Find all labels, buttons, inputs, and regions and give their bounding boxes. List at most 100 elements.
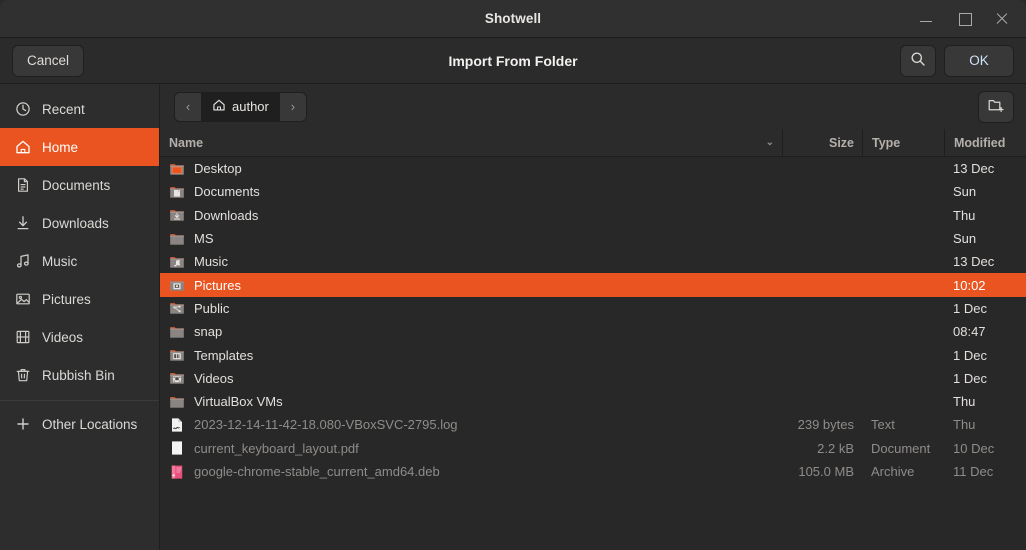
sidebar-item-videos[interactable]: Videos (0, 318, 159, 356)
path-forward-button[interactable]: › (280, 93, 306, 121)
sidebar-item-label: Documents (42, 177, 111, 193)
new-folder-icon (987, 96, 1005, 117)
table-row[interactable]: Documents Sun (160, 180, 1026, 203)
file-name-cell: Videos (160, 370, 782, 386)
file-name-cell: Downloads (160, 207, 782, 223)
file-modified: 11 Dec (953, 464, 994, 479)
file-modified: Sun (953, 184, 977, 200)
table-row[interactable]: current_keyboard_layout.pdf 2.2 kB Documen… (160, 437, 1026, 460)
file-name: MS (194, 231, 214, 247)
folder-icon (169, 324, 185, 340)
folder-templates-icon (169, 347, 185, 363)
sidebar-divider (0, 400, 159, 401)
sidebar-item-label: Downloads (42, 215, 109, 231)
column-header-name[interactable]: Name ⌄ (160, 129, 782, 156)
file-size: 105.0 MB (798, 464, 854, 479)
table-row[interactable]: Downloads Thu (160, 204, 1026, 227)
sidebar-item-music[interactable]: Music (0, 242, 159, 280)
file-name-cell: Documents (160, 184, 782, 200)
file-modified: 1 Dec (953, 347, 987, 363)
folder-public-icon (169, 300, 185, 316)
file-modified: 10:02 (953, 277, 986, 293)
search-button[interactable] (900, 44, 936, 77)
folder-desktop-icon (169, 161, 185, 177)
video-icon (14, 329, 31, 346)
sidebar-item-home[interactable]: Home (0, 128, 159, 166)
file-name-cell: Pictures (160, 277, 782, 293)
chevron-down-icon: ⌄ (765, 137, 774, 148)
file-name-cell: snap (160, 324, 782, 340)
close-icon[interactable] (993, 10, 1011, 28)
clock-icon (14, 101, 31, 118)
download-icon (14, 215, 31, 232)
sidebar-item-other-locations[interactable]: Other Locations (0, 405, 159, 443)
image-icon (14, 291, 31, 308)
file-name-cell: Templates (160, 347, 782, 363)
dialog-body: Recent Home Documents Downloads Music Picture… (0, 84, 1026, 550)
table-row[interactable]: Pictures 10:02 (160, 273, 1026, 297)
sidebar-item-label: Other Locations (42, 416, 138, 432)
file-list: Desktop 13 Dec Documents Sun Downloads Thu MS S… (160, 157, 1026, 550)
sidebar-item-label: Recent (42, 101, 85, 117)
table-row[interactable]: MS Sun (160, 227, 1026, 250)
home-icon (14, 139, 31, 156)
folder-documents-icon (169, 184, 185, 200)
folder-icon (169, 231, 185, 247)
table-row[interactable]: google-chrome-stable_current_amd64.deb 10… (160, 460, 1026, 483)
file-size: 2.2 kB (817, 440, 854, 456)
file-name: Templates (194, 347, 254, 363)
home-icon (212, 98, 226, 115)
breadcrumb-author[interactable]: author (201, 92, 280, 121)
file-modified: Thu (953, 417, 976, 433)
search-icon (910, 51, 926, 70)
sidebar-item-documents[interactable]: Documents (0, 166, 159, 204)
maximize-icon[interactable] (955, 10, 973, 28)
file-type: Document (871, 440, 931, 456)
file-name-cell: 2023-12-14-11-42-18.080-VBoxSVC-2795.log (160, 417, 782, 433)
ok-button[interactable]: OK (944, 44, 1014, 77)
file-modified: 10 Dec (953, 440, 995, 456)
table-row[interactable]: Music 13 Dec (160, 250, 1026, 273)
table-row[interactable]: snap 08:47 (160, 320, 1026, 343)
table-row[interactable]: Public 1 Dec (160, 297, 1026, 320)
table-row[interactable]: Desktop 13 Dec (160, 157, 1026, 180)
file-name-cell: Music (160, 254, 782, 270)
cancel-button[interactable]: Cancel (12, 44, 85, 77)
file-name: Desktop (194, 161, 242, 177)
file-browser: ‹ author › Name ⌄ Size Type Modified Des… (160, 84, 1026, 550)
minimize-icon[interactable] (917, 10, 935, 28)
sidebar-item-label: Home (42, 139, 79, 155)
document-file-icon (169, 440, 185, 456)
sidebar-item-pictures[interactable]: Pictures (0, 280, 159, 318)
file-name: 2023-12-14-11-42-18.080-VBoxSVC-2795.log (194, 417, 458, 433)
table-row[interactable]: 2023-12-14-11-42-18.080-VBoxSVC-2795.log… (160, 413, 1026, 436)
create-folder-button[interactable] (978, 90, 1014, 123)
sidebar-item-label: Videos (42, 329, 84, 345)
window-title: Shotwell (484, 11, 542, 26)
text-file-icon (169, 417, 185, 433)
table-row[interactable]: Templates 1 Dec (160, 343, 1026, 366)
file-type: Archive (871, 464, 915, 479)
document-icon (14, 177, 31, 194)
column-header-modified[interactable]: Modified (944, 129, 1026, 156)
column-header-type[interactable]: Type (862, 129, 944, 156)
trash-icon (14, 367, 31, 384)
file-name-cell: VirtualBox VMs (160, 394, 782, 410)
sidebar-item-rubbish-bin[interactable]: Rubbish Bin (0, 356, 159, 394)
titlebar: Shotwell (0, 0, 1026, 38)
file-name: snap (194, 324, 223, 340)
plus-icon (14, 416, 31, 433)
column-headers: Name ⌄ Size Type Modified (160, 129, 1026, 157)
file-name: Videos (194, 370, 234, 386)
sidebar-item-downloads[interactable]: Downloads (0, 204, 159, 242)
path-back-button[interactable]: ‹ (175, 93, 201, 121)
table-row[interactable]: Videos 1 Dec (160, 367, 1026, 390)
sidebar-item-recent[interactable]: Recent (0, 90, 159, 128)
table-row[interactable]: VirtualBox VMs Thu (160, 390, 1026, 413)
package-file-icon (169, 464, 185, 480)
column-header-size[interactable]: Size (782, 129, 862, 156)
folder-downloads-icon (169, 207, 185, 223)
file-modified: Thu (953, 394, 976, 410)
places-sidebar: Recent Home Documents Downloads Music Picture… (0, 84, 160, 550)
file-name: Public (194, 300, 230, 316)
